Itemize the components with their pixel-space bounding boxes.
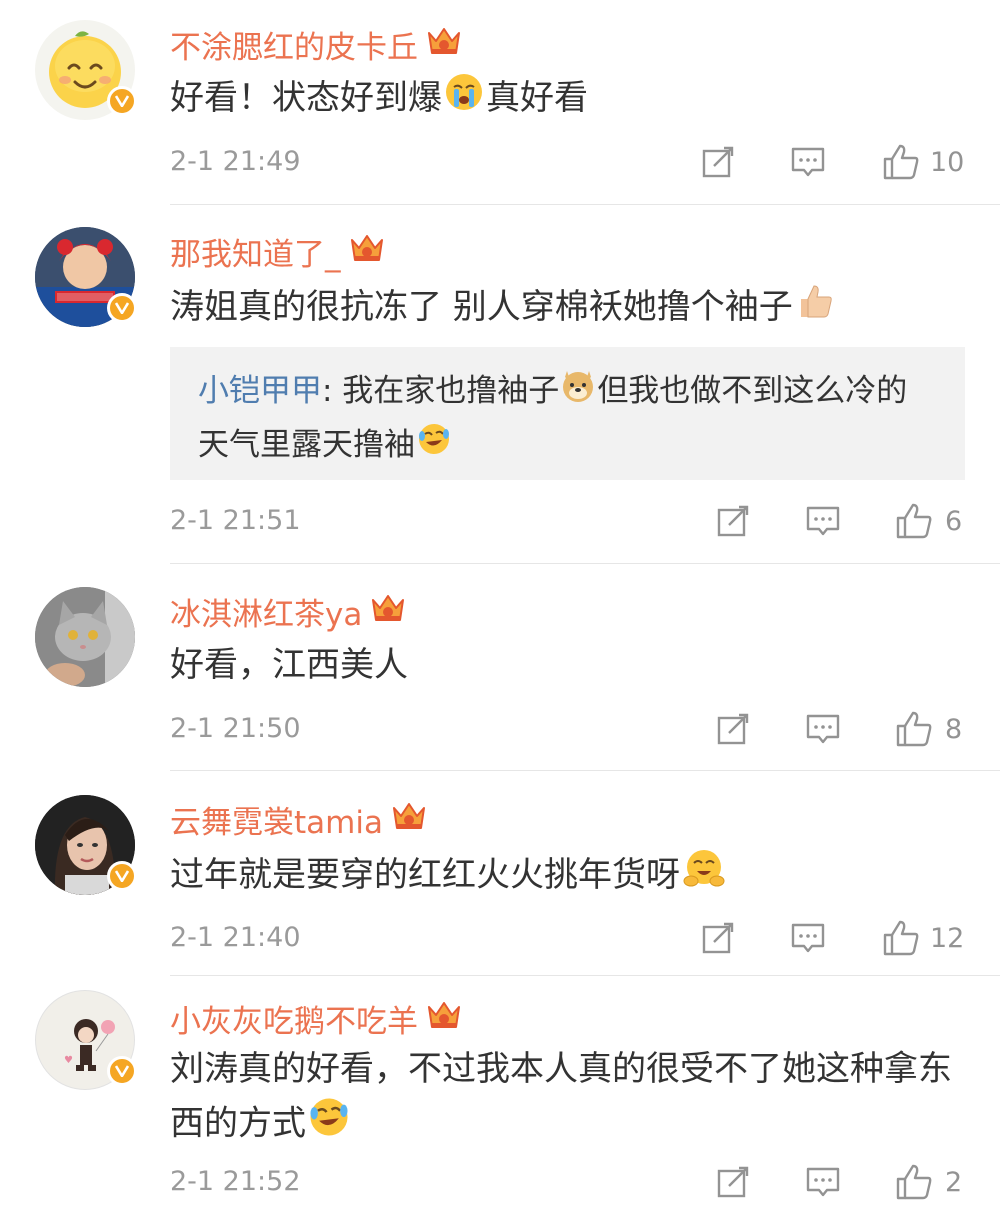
like-count: 8	[945, 713, 963, 745]
username-text[interactable]: 不涂腮红的皮卡丘	[170, 22, 418, 67]
comment-button[interactable]	[790, 920, 826, 956]
like-count: 2	[945, 1166, 963, 1198]
comment-icon	[806, 506, 840, 536]
comment-button[interactable]	[790, 144, 826, 180]
crown-icon	[426, 999, 462, 1039]
verified-badge-icon	[107, 1056, 137, 1086]
like-button[interactable]: 12	[882, 920, 964, 956]
comment-text: 过年就是要穿的红红火火挑年货呀	[170, 847, 970, 906]
crying-face-icon	[444, 72, 484, 127]
laugh-cry-icon	[308, 1096, 350, 1154]
crown-icon	[426, 25, 462, 65]
reply-box[interactable]: 小铠甲甲: 我在家也撸袖子 但我也做不到这么冷的天气里露天撸袖	[170, 347, 965, 480]
username-text[interactable]: 那我知道了_	[170, 229, 341, 274]
comment-meta: 2-1 21:50 8	[170, 709, 965, 749]
repost-button[interactable]	[715, 503, 751, 539]
repost-icon	[717, 713, 749, 745]
repost-button[interactable]	[700, 144, 736, 180]
timestamp: 2-1 21:49	[170, 146, 301, 177]
comment-icon	[806, 714, 840, 744]
comment-button[interactable]	[805, 503, 841, 539]
comment-text: 好看，江西美人	[170, 639, 970, 691]
comment-item: 不涂腮红的皮卡丘 好看！状态好到爆 真好看 2-1 21:49 10	[0, 0, 1000, 205]
repost-button[interactable]	[715, 1164, 751, 1200]
comment-meta: 2-1 21:49 10	[170, 142, 965, 182]
timestamp: 2-1 21:40	[170, 922, 301, 953]
username[interactable]: 不涂腮红的皮卡丘	[170, 22, 462, 67]
like-icon	[883, 920, 919, 956]
avatar[interactable]	[35, 587, 135, 687]
like-icon	[896, 1164, 932, 1200]
repost-button[interactable]	[700, 920, 736, 956]
comment-text: 涛姐真的很抗冻了 别人穿棉袄她撸个袖子	[170, 281, 970, 336]
comment-button[interactable]	[805, 711, 841, 747]
comment-text: 好看！状态好到爆 真好看	[170, 72, 970, 127]
repost-icon	[702, 922, 734, 954]
laugh-cry-icon	[417, 420, 451, 472]
comment-item: 那我知道了_ 涛姐真的很抗冻了 别人穿棉袄她撸个袖子 小铠甲甲: 我在家也撸袖子…	[0, 205, 1000, 565]
comment-text-part: 真好看	[486, 78, 588, 118]
doge-icon	[561, 367, 595, 419]
comment-text-part: 涛姐真的很抗冻了 别人穿棉袄她撸个袖子	[170, 287, 793, 327]
comment-meta: 2-1 21:40 12	[170, 918, 965, 958]
comment-text-part: 好看！状态好到爆	[170, 78, 442, 118]
comment-button[interactable]	[805, 1164, 841, 1200]
timestamp: 2-1 21:50	[170, 713, 301, 744]
like-button[interactable]: 2	[895, 1164, 962, 1200]
username-text[interactable]: 小灰灰吃鹅不吃羊	[170, 996, 418, 1041]
comment-item: 冰淇淋红茶ya 好看，江西美人 2-1 21:50 8	[0, 565, 1000, 771]
like-count: 6	[945, 505, 963, 537]
comment-meta: 2-1 21:52 2	[170, 1162, 965, 1202]
thumbs-up-icon	[795, 281, 835, 336]
like-icon	[896, 503, 932, 539]
comment-item: ♥ 小灰灰吃鹅不吃羊 刘涛真的好看，不过我本人真的很受不了她这种拿东西的方式 2…	[0, 976, 1000, 1221]
timestamp: 2-1 21:52	[170, 1166, 301, 1197]
comment-icon	[806, 1167, 840, 1197]
crown-icon	[370, 592, 406, 632]
username[interactable]: 那我知道了_	[170, 229, 385, 274]
avatar[interactable]	[35, 20, 137, 120]
like-button[interactable]: 6	[895, 503, 962, 539]
reply-username[interactable]: 小铠甲甲	[198, 373, 322, 409]
verified-badge-icon	[107, 86, 137, 116]
crown-icon	[391, 800, 427, 840]
crown-icon	[349, 232, 385, 272]
username-text[interactable]: 云舞霓裳tamia	[170, 797, 383, 842]
like-button[interactable]: 10	[882, 144, 964, 180]
username-text[interactable]: 冰淇淋红茶ya	[170, 589, 362, 634]
comment-text-part: 过年就是要穿的红红火火挑年货呀	[170, 855, 680, 895]
reply-text-part: 我在家也撸袖子	[332, 373, 560, 409]
avatar[interactable]: ♥	[35, 990, 137, 1090]
hug-face-icon	[682, 847, 726, 906]
username[interactable]: 冰淇淋红茶ya	[170, 589, 406, 634]
like-count: 10	[930, 146, 965, 178]
comment-text: 刘涛真的好看，不过我本人真的很受不了她这种拿东西的方式	[170, 1042, 970, 1154]
like-button[interactable]: 8	[895, 711, 962, 747]
like-icon	[883, 144, 919, 180]
like-icon	[896, 711, 932, 747]
comment-icon	[791, 923, 825, 953]
verified-badge-icon	[107, 861, 137, 891]
reply-separator: :	[322, 373, 333, 409]
comment-text-part: 刘涛真的好看，不过我本人真的很受不了她这种拿东西的方式	[170, 1049, 952, 1144]
timestamp: 2-1 21:51	[170, 505, 301, 536]
comment-icon	[791, 147, 825, 177]
verified-badge-icon	[107, 293, 137, 323]
comment-meta: 2-1 21:51 6	[170, 501, 965, 541]
comment-text-part: 好看，江西美人	[170, 645, 408, 685]
username[interactable]: 小灰灰吃鹅不吃羊	[170, 996, 462, 1041]
avatar[interactable]	[35, 227, 137, 327]
repost-button[interactable]	[715, 711, 751, 747]
svg-text:♥: ♥	[64, 1055, 73, 1066]
comment-item: 云舞霓裳tamia 过年就是要穿的红红火火挑年货呀 2-1 21:40 12	[0, 771, 1000, 976]
like-count: 12	[930, 922, 965, 954]
username[interactable]: 云舞霓裳tamia	[170, 797, 427, 842]
repost-icon	[717, 1166, 749, 1198]
repost-icon	[717, 505, 749, 537]
avatar[interactable]	[35, 795, 137, 895]
repost-icon	[702, 146, 734, 178]
divider	[170, 563, 1000, 564]
